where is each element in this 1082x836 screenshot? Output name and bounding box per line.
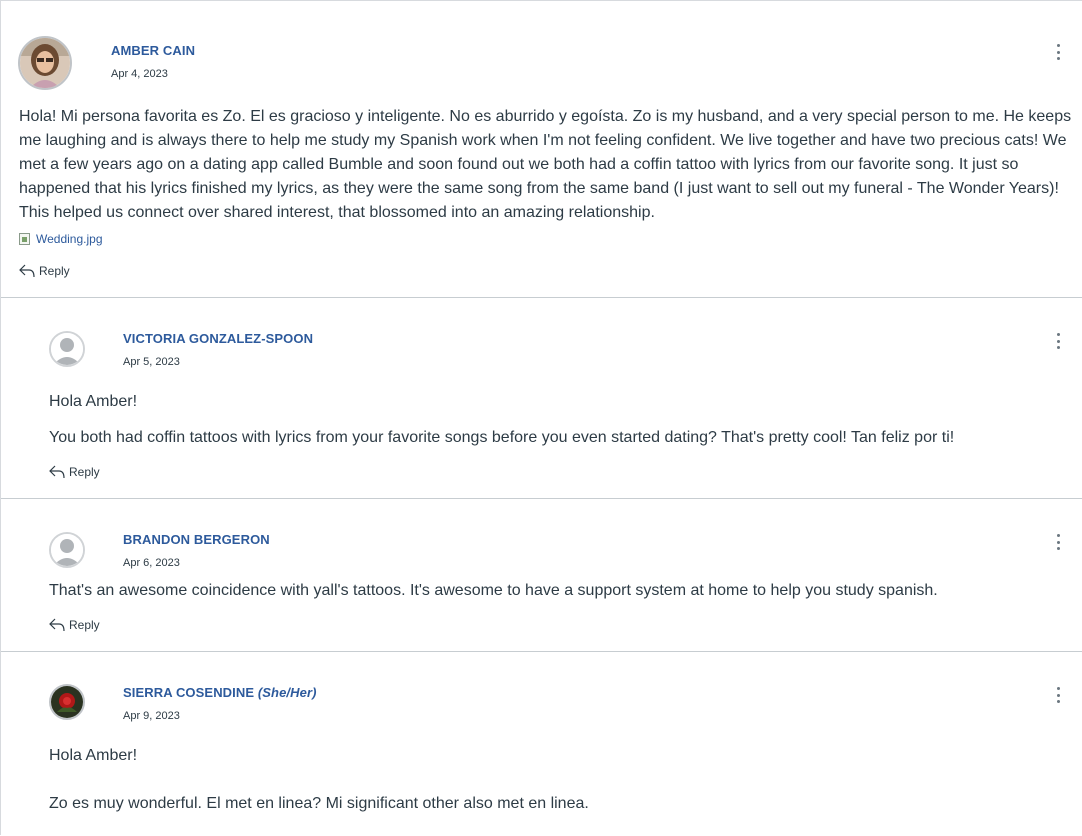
rose-photo-icon	[51, 686, 83, 718]
avatar[interactable]	[49, 532, 85, 568]
attachment-link[interactable]: Wedding.jpg	[19, 232, 103, 246]
post-date: Apr 9, 2023	[123, 710, 180, 722]
post-date: Apr 6, 2023	[123, 557, 180, 569]
kebab-icon[interactable]	[1057, 687, 1061, 703]
default-user-icon	[51, 534, 83, 566]
avatar[interactable]	[18, 36, 72, 90]
post-date: Apr 5, 2023	[123, 356, 180, 368]
reply-arrow-icon	[19, 264, 35, 278]
post-message-paragraph: Hola Amber!	[49, 747, 138, 764]
post-message-paragraph: Zo es muy wonderful. El met en linea? Mi…	[49, 795, 589, 812]
kebab-icon[interactable]	[1057, 534, 1061, 550]
author-pronouns: (She/Her)	[257, 685, 317, 700]
post-message-paragraph: Hola Amber!	[49, 393, 138, 410]
reply-button[interactable]: Reply	[19, 264, 70, 278]
discussion-entry: VICTORIA GONZALEZ-SPOON Apr 5, 2023 Hola…	[1, 298, 1082, 498]
user-photo-icon	[20, 38, 70, 88]
reply-label: Reply	[39, 264, 70, 278]
kebab-icon[interactable]	[1057, 44, 1061, 60]
reply-arrow-icon	[49, 618, 65, 632]
image-file-icon	[19, 233, 30, 245]
avatar[interactable]	[49, 684, 85, 720]
author-name[interactable]: SIERRA COSENDINE (She/Her)	[123, 685, 317, 700]
discussion-entry: SIERRA COSENDINE (She/Her) Apr 9, 2023 H…	[1, 652, 1082, 836]
kebab-icon[interactable]	[1057, 333, 1061, 349]
discussion-entry: BRANDON BERGERON Apr 6, 2023 That's an a…	[1, 499, 1082, 651]
reply-label: Reply	[69, 618, 100, 632]
post-message-paragraph: You both had coffin tattoos with lyrics …	[49, 429, 955, 446]
reply-arrow-icon	[49, 465, 65, 479]
discussion-thread: AMBER CAIN Apr 4, 2023 Hola! Mi persona …	[0, 0, 1082, 835]
post-message: That's an awesome coincidence with yall'…	[49, 582, 938, 599]
post-date: Apr 4, 2023	[111, 68, 168, 80]
author-name[interactable]: VICTORIA GONZALEZ-SPOON	[123, 331, 313, 346]
author-name[interactable]: AMBER CAIN	[111, 43, 195, 58]
post-message: Hola! Mi persona favorita es Zo. El es g…	[19, 108, 1072, 221]
default-user-icon	[51, 333, 83, 365]
reply-button[interactable]: Reply	[49, 465, 100, 479]
author-name[interactable]: BRANDON BERGERON	[123, 532, 270, 547]
author-name-text[interactable]: SIERRA COSENDINE	[123, 685, 254, 700]
avatar[interactable]	[49, 331, 85, 367]
discussion-entry: AMBER CAIN Apr 4, 2023 Hola! Mi persona …	[1, 1, 1082, 297]
reply-label: Reply	[69, 465, 100, 479]
attachment-filename[interactable]: Wedding.jpg	[36, 232, 103, 246]
reply-button[interactable]: Reply	[49, 618, 100, 632]
